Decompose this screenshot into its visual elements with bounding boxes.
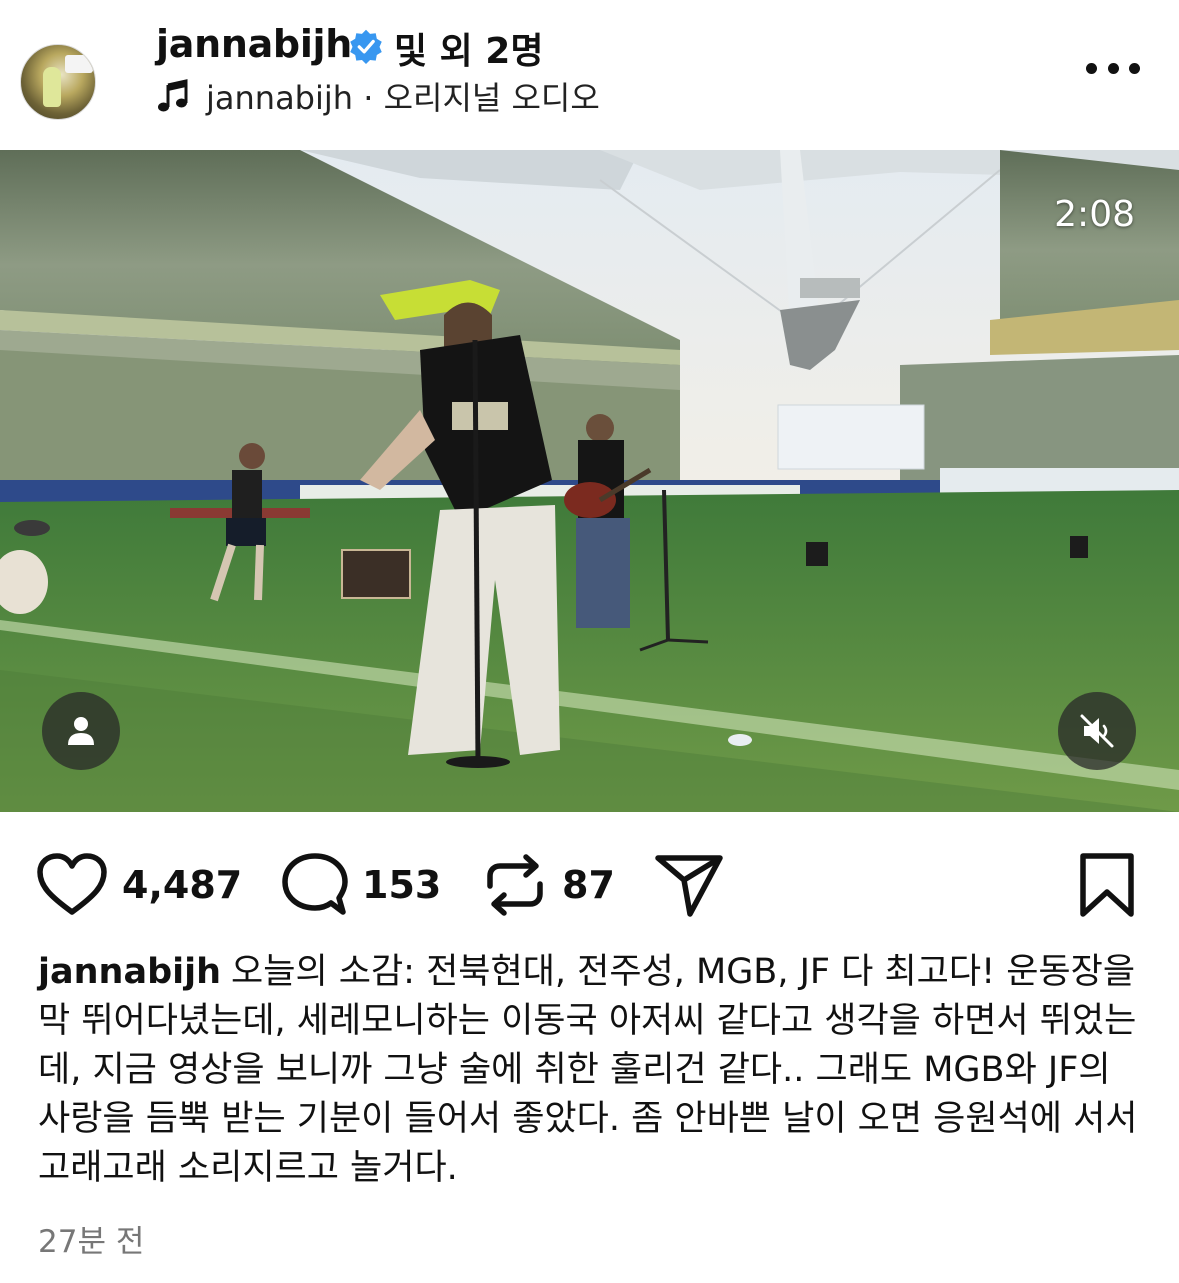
share-button[interactable] bbox=[654, 852, 724, 918]
repost-count: 87 bbox=[562, 863, 615, 907]
comment-icon bbox=[282, 853, 348, 915]
tagged-users-button[interactable] bbox=[42, 692, 120, 770]
send-icon bbox=[655, 855, 723, 917]
more-icon[interactable] bbox=[1086, 56, 1140, 80]
post-timestamp: 27분 전 bbox=[38, 1224, 145, 1260]
caption-username[interactable]: jannabijh bbox=[38, 952, 221, 992]
repost-button[interactable]: 87 bbox=[482, 852, 615, 918]
username[interactable]: jannabijh bbox=[156, 22, 352, 66]
music-note-icon bbox=[158, 79, 188, 112]
avatar-logo-patch bbox=[65, 55, 93, 73]
audio-attribution[interactable]: jannabijh · 오리지널 오디오 bbox=[156, 76, 600, 117]
muted-speaker-icon bbox=[1080, 714, 1114, 748]
post-video[interactable]: 2:08 bbox=[0, 150, 1179, 812]
video-timer: 2:08 bbox=[1054, 194, 1135, 235]
comment-count: 153 bbox=[362, 863, 442, 907]
stadium-concert-scene bbox=[0, 150, 1179, 812]
repost-icon bbox=[487, 854, 543, 916]
heart-icon bbox=[37, 853, 107, 915]
verified-badge-icon bbox=[350, 29, 382, 64]
like-button[interactable]: 4,487 bbox=[36, 852, 242, 918]
bookmark-icon bbox=[1080, 853, 1134, 917]
save-button[interactable] bbox=[1078, 852, 1136, 922]
like-count: 4,487 bbox=[122, 863, 243, 907]
user-tag-icon bbox=[68, 717, 94, 745]
profile-avatar[interactable] bbox=[20, 44, 96, 120]
post-header: jannabijh 및 외 2명 jannabijh · 오리지널 오디오 bbox=[0, 0, 1179, 150]
comment-button[interactable]: 153 bbox=[282, 852, 441, 918]
collaborators-label[interactable]: 및 외 2명 bbox=[394, 22, 543, 74]
mute-toggle-button[interactable] bbox=[1058, 692, 1136, 770]
avatar-figure bbox=[43, 67, 61, 107]
post-actions: 4,487 153 87 bbox=[0, 840, 1179, 930]
audio-text: jannabijh · 오리지널 오디오 bbox=[206, 79, 600, 117]
post-caption: jannabijh 오늘의 소감: 전북현대, 전주성, MGB, JF 다 최고… bbox=[38, 948, 1148, 1193]
